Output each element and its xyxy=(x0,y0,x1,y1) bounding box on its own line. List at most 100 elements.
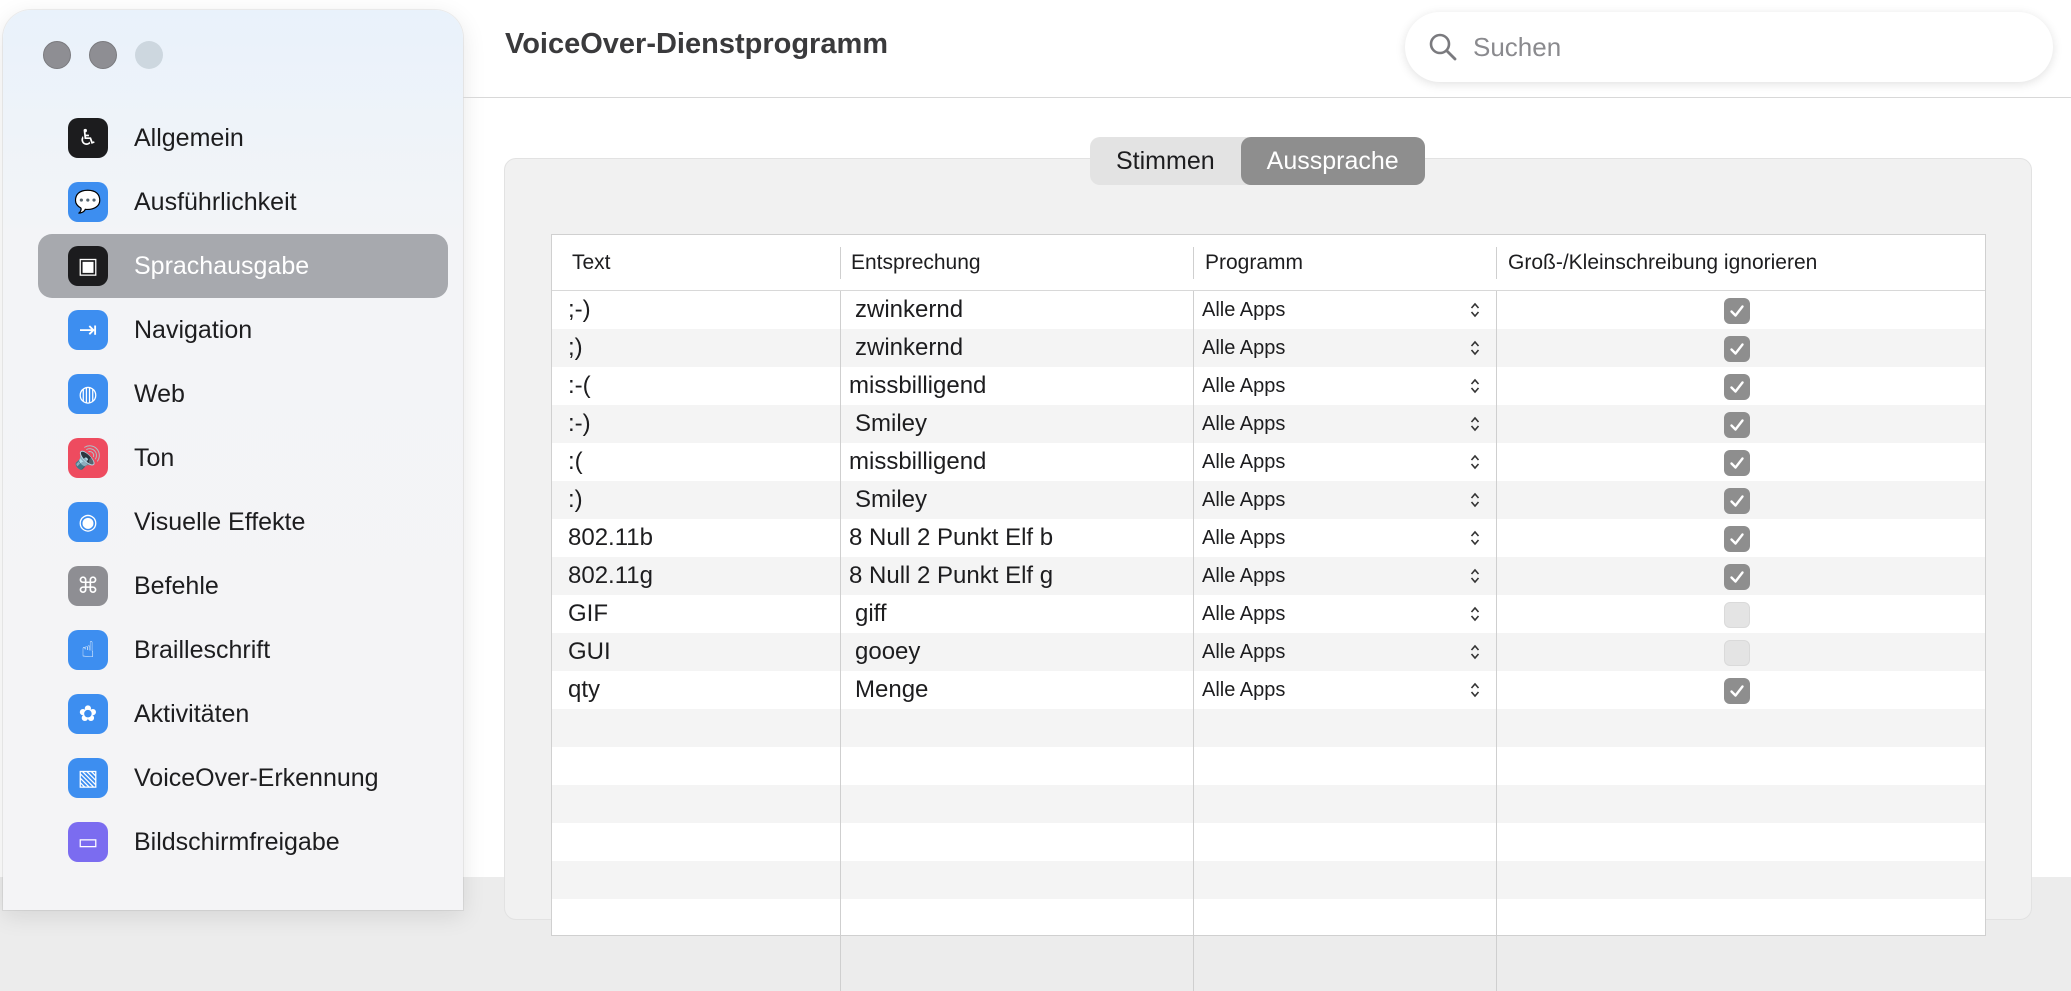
program-popup[interactable]: Alle Apps xyxy=(1202,519,1285,557)
table-row[interactable]: :( missbilligend Alle Apps xyxy=(552,443,1985,481)
checkmark-icon xyxy=(1730,495,1744,507)
cell-substitution[interactable]: 8 Null 2 Punkt Elf g xyxy=(849,557,1053,595)
chevron-updown-icon[interactable] xyxy=(1470,680,1480,700)
table-body: ;-) zwinkernd Alle Apps;) zwinkernd Alle App… xyxy=(552,291,1985,937)
column-header-program[interactable]: Programm xyxy=(1205,235,1303,290)
speech-bubble-dark-icon: ▣ xyxy=(68,246,108,286)
sidebar-item-eye[interactable]: ◉ Visuelle Effekte xyxy=(38,490,448,554)
chevron-updown-icon[interactable] xyxy=(1470,338,1480,358)
search-field[interactable]: Suchen xyxy=(1405,12,2053,82)
program-popup[interactable]: Alle Apps xyxy=(1202,443,1285,481)
program-popup[interactable]: Alle Apps xyxy=(1202,671,1285,709)
ignore-case-checkbox[interactable] xyxy=(1724,564,1750,590)
empty-table-row xyxy=(552,823,1985,861)
cell-text[interactable]: ;-) xyxy=(568,291,591,329)
sidebar-item-globe[interactable]: ◍ Web xyxy=(38,362,448,426)
table-row[interactable]: 802.11g 8 Null 2 Punkt Elf g Alle Apps xyxy=(552,557,1985,595)
ignore-case-checkbox[interactable] xyxy=(1724,526,1750,552)
tab-stimmen[interactable]: Stimmen xyxy=(1090,137,1241,185)
column-divider xyxy=(1193,247,1194,279)
search-input[interactable]: Suchen xyxy=(1473,32,1561,63)
cell-text[interactable]: :) xyxy=(568,481,583,519)
sidebar-item-speaker[interactable]: 🔊 Ton xyxy=(38,426,448,490)
cell-substitution[interactable]: Smiley xyxy=(855,405,927,443)
ignore-case-checkbox[interactable] xyxy=(1724,678,1750,704)
program-popup[interactable]: Alle Apps xyxy=(1202,367,1285,405)
arrow-right-bar-icon: ⇥ xyxy=(68,310,108,350)
program-popup[interactable]: Alle Apps xyxy=(1202,329,1285,367)
cell-text[interactable]: :( xyxy=(568,443,583,481)
table-row[interactable]: :-) Smiley Alle Apps xyxy=(552,405,1985,443)
cell-text[interactable]: 802.11g xyxy=(568,557,653,595)
ignore-case-checkbox[interactable] xyxy=(1724,488,1750,514)
chevron-updown-icon[interactable] xyxy=(1470,604,1480,624)
cell-text[interactable]: 802.11b xyxy=(568,519,653,557)
column-header-text[interactable]: Text xyxy=(572,235,611,290)
chevron-updown-icon[interactable] xyxy=(1470,414,1480,434)
cell-text[interactable]: :-) xyxy=(568,405,591,443)
zoom-window-button[interactable] xyxy=(135,41,163,69)
cell-text[interactable]: qty xyxy=(568,671,600,709)
cell-substitution[interactable]: Menge xyxy=(855,671,928,709)
table-row[interactable]: GUI gooey Alle Apps xyxy=(552,633,1985,671)
program-popup[interactable]: Alle Apps xyxy=(1202,595,1285,633)
program-popup[interactable]: Alle Apps xyxy=(1202,291,1285,329)
sidebar-item-activities[interactable]: ✿ Aktivitäten xyxy=(38,682,448,746)
table-row[interactable]: qty Menge Alle Apps xyxy=(552,671,1985,709)
sidebar-item-accessibility[interactable]: ♿ Allgemein xyxy=(38,106,448,170)
sidebar-item-braille-hand[interactable]: ☝ Brailleschrift xyxy=(38,618,448,682)
program-popup[interactable]: Alle Apps xyxy=(1202,481,1285,519)
empty-table-row xyxy=(552,709,1985,747)
sidebar-item-arrow-right-bar[interactable]: ⇥ Navigation xyxy=(38,298,448,362)
cell-substitution[interactable]: zwinkernd xyxy=(855,291,963,329)
checkmark-icon xyxy=(1730,381,1744,393)
cell-substitution[interactable]: zwinkernd xyxy=(855,329,963,367)
cell-text[interactable]: :-( xyxy=(568,367,591,405)
chevron-updown-icon[interactable] xyxy=(1470,376,1480,396)
ignore-case-checkbox[interactable] xyxy=(1724,374,1750,400)
chevron-updown-icon[interactable] xyxy=(1470,642,1480,662)
table-row[interactable]: ;-) zwinkernd Alle Apps xyxy=(552,291,1985,329)
table-row[interactable]: ;) zwinkernd Alle Apps xyxy=(552,329,1985,367)
program-popup[interactable]: Alle Apps xyxy=(1202,557,1285,595)
ignore-case-checkbox[interactable] xyxy=(1724,298,1750,324)
sidebar-item-command[interactable]: ⌘ Befehle xyxy=(38,554,448,618)
sidebar-item-screen-share[interactable]: ▭ Bildschirmfreigabe xyxy=(38,810,448,874)
chevron-updown-icon[interactable] xyxy=(1470,490,1480,510)
table-row[interactable]: 802.11b 8 Null 2 Punkt Elf b Alle Apps xyxy=(552,519,1985,557)
tab-aussprache[interactable]: Aussprache xyxy=(1240,137,1425,185)
chevron-updown-icon[interactable] xyxy=(1470,566,1480,586)
cell-text[interactable]: ;) xyxy=(568,329,583,367)
cell-text[interactable]: GUI xyxy=(568,633,611,671)
program-popup[interactable]: Alle Apps xyxy=(1202,405,1285,443)
table-row[interactable]: :) Smiley Alle Apps xyxy=(552,481,1985,519)
ignore-case-checkbox[interactable] xyxy=(1724,412,1750,438)
table-row[interactable]: GIF giff Alle Apps xyxy=(552,595,1985,633)
chevron-updown-icon[interactable] xyxy=(1470,300,1480,320)
sidebar-item-image-recognition[interactable]: ▧ VoiceOver-Erkennung xyxy=(38,746,448,810)
sidebar-item-label: Visuelle Effekte xyxy=(134,507,306,536)
ignore-case-checkbox[interactable] xyxy=(1724,450,1750,476)
cell-substitution[interactable]: gooey xyxy=(855,633,920,671)
cell-substitution[interactable]: missbilligend xyxy=(849,367,986,405)
minimize-window-button[interactable] xyxy=(89,41,117,69)
chevron-updown-icon[interactable] xyxy=(1470,528,1480,548)
ignore-case-checkbox[interactable] xyxy=(1724,336,1750,362)
cell-substitution[interactable]: 8 Null 2 Punkt Elf b xyxy=(849,519,1053,557)
cell-substitution[interactable]: missbilligend xyxy=(849,443,986,481)
sidebar-item-label: Ton xyxy=(134,443,175,472)
sidebar-item-speech-bubble[interactable]: 💬 Ausführlichkeit xyxy=(38,170,448,234)
cell-substitution[interactable]: giff xyxy=(855,595,887,633)
program-popup[interactable]: Alle Apps xyxy=(1202,633,1285,671)
ignore-case-checkbox[interactable] xyxy=(1724,640,1750,666)
column-header-ignore-case[interactable]: Groß-/Kleinschreibung ignorieren xyxy=(1508,235,1817,290)
ignore-case-checkbox[interactable] xyxy=(1724,602,1750,628)
table-row[interactable]: :-( missbilligend Alle Apps xyxy=(552,367,1985,405)
sidebar-item-speech-bubble-dark[interactable]: ▣ Sprachausgabe xyxy=(38,234,448,298)
chevron-updown-icon[interactable] xyxy=(1470,452,1480,472)
close-window-button[interactable] xyxy=(43,41,71,69)
cell-substitution[interactable]: Smiley xyxy=(855,481,927,519)
empty-table-row xyxy=(552,747,1985,785)
cell-text[interactable]: GIF xyxy=(568,595,608,633)
column-header-substitution[interactable]: Entsprechung xyxy=(851,235,981,290)
